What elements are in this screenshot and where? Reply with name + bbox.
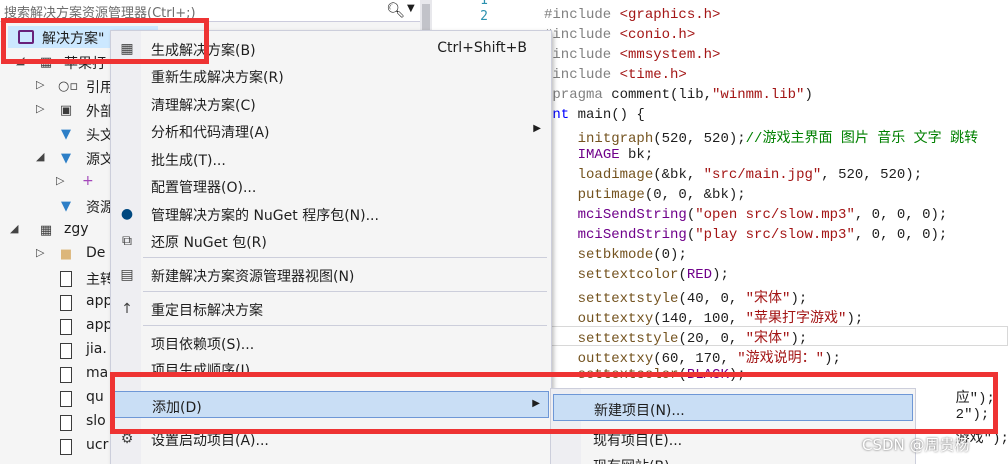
filter-icon: ▼ <box>61 151 71 166</box>
code-line[interactable]: initgraph(520, 520);//游戏主界面 图片 音乐 文字 跳转 <box>544 127 978 147</box>
submenu-arrow-icon: ▶ <box>533 123 541 134</box>
menu-item-shortcut: Ctrl+Shift+B <box>437 40 527 56</box>
expanded-arrow-icon[interactable]: ◢ <box>36 150 44 163</box>
tree-item-label: slo <box>86 413 106 429</box>
code-line[interactable]: outtextxy(140, 100, "苹果打字游戏"); <box>544 307 864 327</box>
file-icon <box>60 271 72 287</box>
menu-item-new-view[interactable]: ▤ 新建解决方案资源管理器视图(N) <box>113 261 549 288</box>
menu-item-label: 还原 NuGet 包(R) <box>151 235 267 251</box>
folder-icon: ■ <box>59 247 73 262</box>
menu-item-restore-nuget[interactable]: ⧉ 还原 NuGet 包(R) <box>113 227 549 254</box>
collapsed-arrow-icon[interactable]: ▷ <box>36 78 44 91</box>
menu-item-batch-build[interactable]: 批生成(T)... <box>113 145 549 172</box>
file-icon <box>60 367 72 383</box>
tree-item-label: zgy <box>64 221 89 237</box>
menu-separator <box>143 257 547 258</box>
restore-icon: ⧉ <box>122 233 132 249</box>
tree-item-label: app <box>86 317 113 333</box>
code-line[interactable]: settextstyle(40, 0, "宋体"); <box>544 287 808 307</box>
tree-item-label: De <box>86 245 106 261</box>
external-deps-icon: ▣ <box>59 103 73 118</box>
collapsed-arrow-icon[interactable]: ▷ <box>36 246 44 259</box>
code-line[interactable]: mciSendString("play src/slow.mp3", 0, 0,… <box>544 227 948 247</box>
menu-item-label: 清理解决方案(C) <box>151 98 256 114</box>
code-line[interactable]: #include <conio.h> <box>544 27 695 47</box>
project-icon: ▦ <box>39 223 53 238</box>
code-line[interactable]: #include <time.h> <box>544 67 687 87</box>
file-icon <box>60 319 72 335</box>
menu-item-dependencies[interactable]: 项目依赖项(S)... <box>113 329 549 356</box>
menu-item-label: 批生成(T)... <box>151 153 226 169</box>
tree-item-label: app <box>86 293 113 309</box>
menu-item-label: 管理解决方案的 NuGet 程序包(N)... <box>151 208 379 224</box>
menu-item-label: 新建解决方案资源管理器视图(N) <box>151 269 355 285</box>
expanded-arrow-icon[interactable]: ◢ <box>10 222 18 235</box>
file-icon <box>60 343 72 359</box>
line-number: 1 <box>480 0 488 8</box>
menu-item-label: 分析和代码清理(A) <box>151 125 270 141</box>
menu-item-analyze[interactable]: 分析和代码清理(A) ▶ <box>113 117 549 144</box>
menu-item-label: 配置管理器(O)... <box>151 180 257 196</box>
search-icon[interactable]: 🔍︎ <box>386 1 405 19</box>
collapsed-arrow-icon[interactable]: ▷ <box>36 102 44 115</box>
file-icon <box>60 439 72 455</box>
chevron-down-icon[interactable]: ▼ <box>407 3 415 14</box>
menu-item-retarget[interactable]: ↑ 重定目标解决方案 <box>113 295 549 322</box>
file-icon <box>60 391 72 407</box>
file-icon <box>60 415 72 431</box>
code-line[interactable]: #pragma comment(lib,"winmm.lib") <box>544 87 813 107</box>
tree-item-label: qu <box>86 389 104 405</box>
menu-item-rebuild-solution[interactable]: 重新生成解决方案(R) <box>113 62 549 89</box>
code-line[interactable]: putimage(0, 0, &bk); <box>544 187 746 207</box>
file-icon <box>60 295 72 311</box>
tree-item-label: ma <box>86 365 109 381</box>
menu-item-manage-nuget[interactable]: ● 管理解决方案的 NuGet 程序包(N)... <box>113 200 549 227</box>
retarget-icon: ↑ <box>121 301 133 317</box>
code-line[interactable]: #include <mmsystem.h> <box>544 47 720 67</box>
code-line[interactable]: settextcolor(RED); <box>544 267 729 287</box>
menu-item-label: 重新生成解决方案(R) <box>151 70 284 86</box>
collapsed-arrow-icon[interactable]: ▷ <box>56 174 64 187</box>
code-line[interactable]: loadimage(&bk, "src/main.jpg", 520, 520)… <box>544 167 923 187</box>
menu-separator <box>143 325 547 326</box>
filter-icon: ▼ <box>61 199 71 214</box>
code-line[interactable]: int main() { <box>544 107 645 127</box>
code-line[interactable]: outtextxy(60, 170, "游戏说明："); <box>544 347 841 367</box>
watermark: CSDN @周贵杨 <box>862 436 970 454</box>
menu-item-label: 项目依赖项(S)... <box>151 337 255 353</box>
code-line[interactable]: #include <graphics.h> <box>544 7 720 27</box>
tree-item-label: ucr <box>86 437 109 453</box>
code-line[interactable]: mciSendString("open src/slow.mp3", 0, 0,… <box>544 207 948 227</box>
new-view-icon: ▤ <box>120 267 134 283</box>
menu-item-label: 现有网站(B)... <box>593 456 683 464</box>
filter-icon: ▼ <box>61 127 71 142</box>
code-line[interactable]: settextstyle(20, 0, "宋体"); <box>544 327 808 347</box>
submenu-item-existing-website[interactable]: 现有网站(B)... <box>553 451 913 464</box>
code-line[interactable]: setbkmode(0); <box>544 247 687 267</box>
nuget-icon: ● <box>120 206 134 222</box>
code-line[interactable]: IMAGE bk; <box>544 147 654 167</box>
annotation-box-solution <box>1 18 209 64</box>
code-line[interactable]: #include <stdio.h> <box>544 0 695 7</box>
line-number: 2 <box>480 9 488 24</box>
reference-icon: ○▫ <box>58 79 79 94</box>
menu-separator <box>143 291 547 292</box>
tree-item-label: jia. <box>86 341 107 357</box>
menu-item-clean-solution[interactable]: 清理解决方案(C) <box>113 90 549 117</box>
annotation-box-add-menu <box>110 372 998 434</box>
cpp-file-icon: + <box>82 173 94 189</box>
menu-item-label: 重定目标解决方案 <box>151 303 263 319</box>
menu-item-config-manager[interactable]: 配置管理器(O)... <box>113 172 549 199</box>
